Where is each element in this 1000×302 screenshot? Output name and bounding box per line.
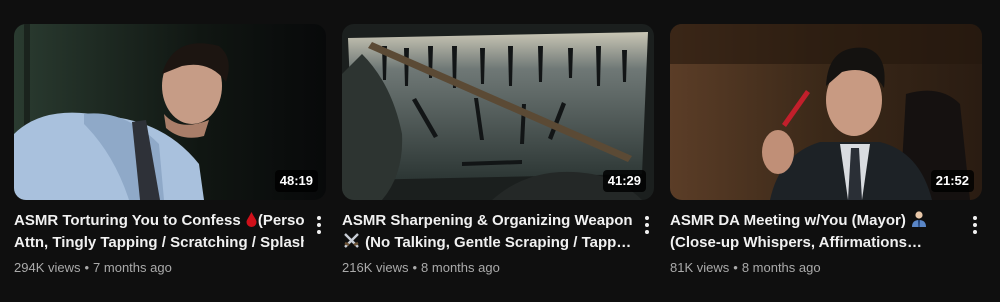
crossed-swords-icon [344,233,359,248]
view-count: 294K views [14,260,81,275]
video-card[interactable]: 41:29 ASMR Sharpening & Organizing Weapo… [342,24,654,277]
video-title[interactable]: ASMR Torturing You to Confess (Personal … [14,210,304,254]
blood-drop-icon [246,212,257,227]
title-text: ASMR Sharpening & Organizing Weapons [342,212,632,229]
video-stats: 294K views • 7 months ago [14,259,304,277]
video-duration: 21:52 [930,170,974,192]
upload-age: 8 months ago [421,260,500,275]
video-card[interactable]: 48:19 ASMR Torturing You to Confess (Per… [14,24,326,277]
more-options-button[interactable] [966,212,984,238]
video-title[interactable]: ASMR DA Meeting w/You (Mayor) (Close-up … [670,210,960,254]
title-text: ASMR DA Meeting w/You (Mayor) [670,212,906,229]
video-duration: 41:29 [602,170,646,192]
separator-dot: • [412,260,418,275]
title-text: (No Talking, Gentle Scraping / Tapp… [365,234,632,251]
upload-age: 8 months ago [741,260,821,275]
video-card[interactable]: 21:52 ASMR DA Meeting w/You (Mayor) (Clo… [670,24,982,277]
video-title[interactable]: ASMR Sharpening & Organizing Weapons (No… [342,210,632,254]
more-options-button[interactable] [638,212,656,238]
video-stats: 81K views • 8 months ago [670,259,960,277]
view-count: 216K views [342,260,409,275]
video-duration: 48:19 [274,170,318,192]
video-thumbnail[interactable]: 41:29 [342,24,654,200]
view-count: 81K views [670,260,730,275]
title-text: (Personal [257,212,304,229]
video-thumbnail[interactable]: 48:19 [14,24,326,200]
more-options-button[interactable] [310,212,328,238]
office-worker-icon [912,211,927,227]
title-text: Attn, Tingly Tapping / Scratching / Spla… [14,234,304,251]
upload-age: 7 months ago [93,260,172,275]
separator-dot: • [84,260,90,275]
separator-dot: • [733,260,738,275]
video-stats: 216K views • 8 months ago [342,259,632,277]
title-text: (Close-up Whispers, Affirmations… [670,234,922,251]
video-thumbnail[interactable]: 21:52 [670,24,982,200]
title-text: ASMR Torturing You to Confess [14,212,241,229]
